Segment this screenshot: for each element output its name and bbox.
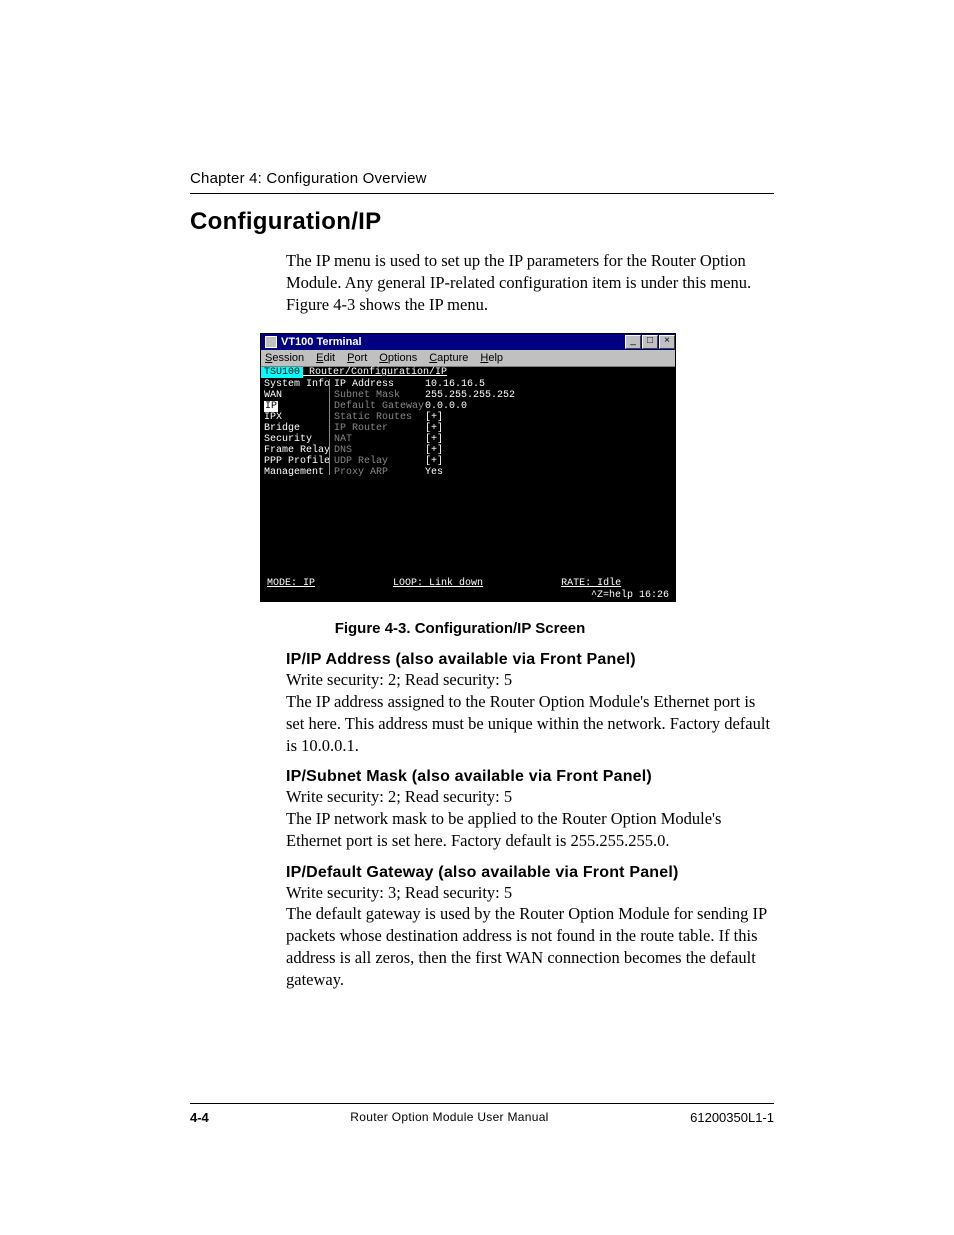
setting-proxy-arp[interactable]: Proxy ARP <box>334 467 388 478</box>
section-body-subnet-mask: Write security: 2; Read security: 5 The … <box>286 786 774 851</box>
app-icon <box>265 336 277 348</box>
setting-udp-relay[interactable]: UDP Relay <box>334 456 388 467</box>
menu-options[interactable]: OptionsOptions <box>379 352 417 364</box>
terminal-header-line: TSU100 Router/Configuration/IP <box>261 367 675 378</box>
menu-bar: SSessionession EditEdit PortPort Options… <box>261 350 675 367</box>
terminal-figure: VT100 Terminal _ □ × SSessionession Edit… <box>260 333 674 602</box>
status-mode: MODE: IP <box>267 578 315 589</box>
menu-edit[interactable]: EditEdit <box>316 352 335 364</box>
setting-subnet-mask[interactable]: Subnet Mask <box>334 390 400 401</box>
page-number: 4-4 <box>190 1110 209 1125</box>
status-rate: RATE: Idle <box>561 578 621 589</box>
menu-session[interactable]: SSessionession <box>265 352 304 364</box>
device-tag: TSU100 <box>261 367 303 378</box>
figure-caption: Figure 4-3. Configuration/IP Screen <box>240 620 680 637</box>
setting-ip-router[interactable]: IP Router <box>334 423 388 434</box>
section-heading-default-gateway: IP/Default Gateway (also available via F… <box>286 864 774 882</box>
maximize-button[interactable]: □ <box>642 335 658 349</box>
minimize-button[interactable]: _ <box>625 335 641 349</box>
menu-capture[interactable]: CaptureCapture <box>429 352 468 364</box>
value-dns: [+] <box>425 445 443 456</box>
setting-default-gateway[interactable]: Default Gateway <box>334 401 424 412</box>
value-static-routes: [+] <box>425 412 443 423</box>
window-titlebar: VT100 Terminal _ □ × <box>261 334 675 350</box>
chapter-header: Chapter 4: Configuration Overview <box>190 170 774 187</box>
values-column: 10.16.16.5 255.255.255.252 0.0.0.0 [+] [… <box>425 379 515 478</box>
help-hint: ^Z=help 16:26 <box>591 590 669 601</box>
nav-item-system-info[interactable]: System Info <box>264 379 330 390</box>
value-nat: [+] <box>425 434 443 445</box>
value-default-gateway: 0.0.0.0 <box>425 401 467 412</box>
section-heading-subnet-mask: IP/Subnet Mask (also available via Front… <box>286 768 774 786</box>
settings-column: IP Address Subnet Mask Default Gateway S… <box>334 379 424 478</box>
status-line: MODE: IP LOOP: Link down RATE: Idle <box>261 578 675 589</box>
nav-item-ppp-profile[interactable]: PPP Profile <box>264 456 330 467</box>
breadcrumb-path: Router/Configuration/IP <box>303 367 447 378</box>
nav-item-management[interactable]: Management <box>264 467 324 478</box>
status-loop: LOOP: Link down <box>393 578 483 589</box>
divider-top <box>190 193 774 194</box>
value-udp-relay: [+] <box>425 456 443 467</box>
section-ip-address: IP/IP Address (also available via Front … <box>286 651 774 756</box>
value-proxy-arp: Yes <box>425 467 443 478</box>
menu-port[interactable]: PortPort <box>347 352 367 364</box>
value-ip-router: [+] <box>425 423 443 434</box>
section-subnet-mask: IP/Subnet Mask (also available via Front… <box>286 768 774 851</box>
footer-center: Router Option Module User Manual <box>350 1110 548 1125</box>
section-body-ip-address: Write security: 2; Read security: 5 The … <box>286 669 774 756</box>
setting-nat[interactable]: NAT <box>334 434 352 445</box>
divider-bottom <box>190 1103 774 1104</box>
footer-right: 61200350L1-1 <box>690 1110 774 1125</box>
value-ip-address: 10.16.16.5 <box>425 379 485 390</box>
document-page: Chapter 4: Configuration Overview Config… <box>0 0 954 1235</box>
terminal-window: VT100 Terminal _ □ × SSessionession Edit… <box>260 333 676 602</box>
nav-item-bridge[interactable]: Bridge <box>264 423 300 434</box>
nav-item-frame-relay[interactable]: Frame Relay <box>264 445 330 456</box>
section-heading-ip-address: IP/IP Address (also available via Front … <box>286 651 774 669</box>
column-divider <box>329 379 330 475</box>
setting-static-routes[interactable]: Static Routes <box>334 412 412 423</box>
setting-dns[interactable]: DNS <box>334 445 352 456</box>
window-title: VT100 Terminal <box>281 336 624 348</box>
setting-ip-address[interactable]: IP Address <box>334 379 394 390</box>
nav-item-security[interactable]: Security <box>264 434 312 445</box>
nav-item-ip[interactable]: IP <box>264 401 278 412</box>
intro-paragraph: The IP menu is used to set up the IP par… <box>286 250 774 315</box>
close-button[interactable]: × <box>659 335 675 349</box>
page-footer: 4-4 Router Option Module User Manual 612… <box>190 1103 774 1125</box>
menu-help[interactable]: HelpHelp <box>480 352 503 364</box>
terminal-screen: TSU100 Router/Configuration/IP System In… <box>261 367 675 601</box>
value-subnet-mask: 255.255.255.252 <box>425 390 515 401</box>
section-default-gateway: IP/Default Gateway (also available via F… <box>286 864 774 991</box>
nav-item-ipx[interactable]: IPX <box>264 412 282 423</box>
nav-item-wan[interactable]: WAN <box>264 390 282 401</box>
nav-left-column: System Info WAN IP IPX Bridge Security F… <box>264 379 330 478</box>
page-title: Configuration/IP <box>190 208 774 236</box>
section-body-default-gateway: Write security: 3; Read security: 5 The … <box>286 882 774 991</box>
